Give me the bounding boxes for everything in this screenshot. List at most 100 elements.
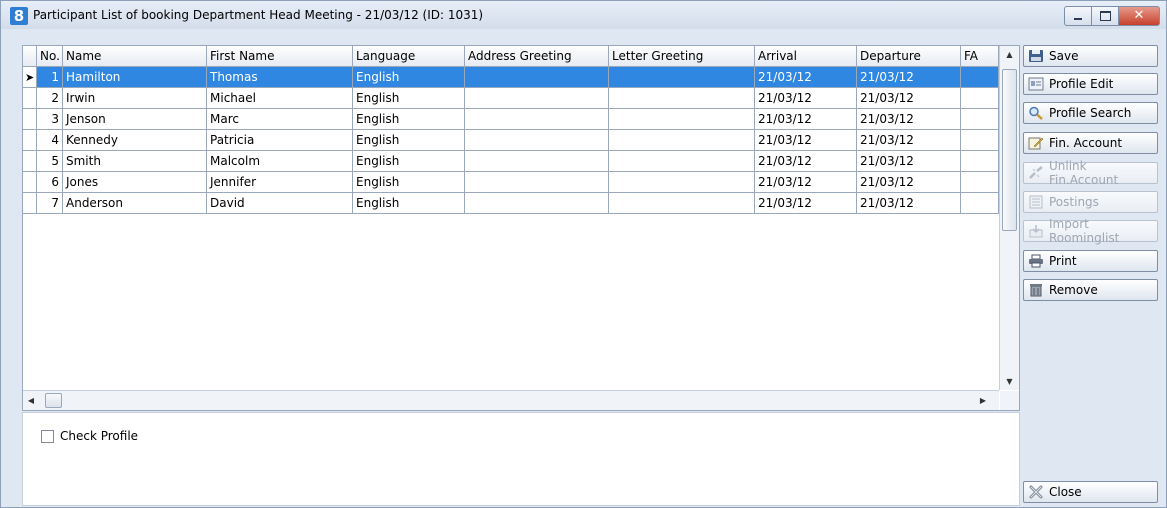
cell-departure[interactable]: 21/03/12: [857, 88, 961, 108]
profile-search-button[interactable]: Profile Search: [1023, 102, 1158, 124]
cell-language[interactable]: English: [353, 109, 465, 129]
row-indicator[interactable]: [23, 130, 37, 150]
header-col-address-greeting[interactable]: Address Greeting: [465, 46, 609, 66]
cell-arrival[interactable]: 21/03/12: [755, 193, 857, 213]
row-indicator[interactable]: [23, 109, 37, 129]
cell-arrival[interactable]: 21/03/12: [755, 109, 857, 129]
table-row[interactable]: 6 Jones Jennifer English 21/03/12 21/03/12: [23, 172, 999, 193]
cell-arrival[interactable]: 21/03/12: [755, 151, 857, 171]
cell-letter-greeting[interactable]: [609, 88, 755, 108]
header-col-fa[interactable]: FA: [961, 46, 999, 66]
check-profile-option[interactable]: Check Profile: [41, 429, 138, 443]
row-indicator[interactable]: [23, 172, 37, 192]
table-row[interactable]: 7 Anderson David English 21/03/12 21/03/12: [23, 193, 999, 214]
cell-fa[interactable]: [961, 130, 999, 150]
cell-arrival[interactable]: 21/03/12: [755, 130, 857, 150]
cell-language[interactable]: English: [353, 193, 465, 213]
cell-no[interactable]: 5: [37, 151, 63, 171]
title-bar[interactable]: 8 Participant List of booking Department…: [1, 1, 1166, 29]
cell-departure[interactable]: 21/03/12: [857, 172, 961, 192]
close-button[interactable]: Close: [1023, 481, 1158, 503]
unlink-fin-account-button[interactable]: Unlink Fin.Account: [1023, 159, 1158, 187]
save-button[interactable]: Save: [1023, 45, 1158, 67]
cell-language[interactable]: English: [353, 88, 465, 108]
cell-language[interactable]: English: [353, 151, 465, 171]
cell-letter-greeting[interactable]: [609, 151, 755, 171]
cell-name[interactable]: Jenson: [63, 109, 207, 129]
maximize-button[interactable]: [1091, 6, 1118, 26]
cell-letter-greeting[interactable]: [609, 193, 755, 213]
row-indicator[interactable]: [23, 151, 37, 171]
minimize-button[interactable]: [1064, 6, 1091, 26]
vertical-scrollbar[interactable]: ▲ ▼: [999, 46, 1019, 390]
cell-language[interactable]: English: [353, 130, 465, 150]
header-col-departure[interactable]: Departure: [857, 46, 961, 66]
vertical-scroll-thumb[interactable]: [1002, 69, 1017, 231]
cell-fa[interactable]: [961, 67, 999, 87]
cell-letter-greeting[interactable]: [609, 172, 755, 192]
cell-letter-greeting[interactable]: [609, 67, 755, 87]
close-window-button[interactable]: ✕: [1118, 6, 1160, 26]
cell-departure[interactable]: 21/03/12: [857, 67, 961, 87]
print-button[interactable]: Print: [1023, 250, 1158, 272]
header-col-no[interactable]: No.: [37, 46, 63, 66]
participant-grid[interactable]: No. Name First Name Language Address Greetin…: [22, 45, 1020, 411]
cell-first-name[interactable]: Thomas: [207, 67, 353, 87]
cell-fa[interactable]: [961, 172, 999, 192]
cell-no[interactable]: 3: [37, 109, 63, 129]
cell-fa[interactable]: [961, 109, 999, 129]
cell-departure[interactable]: 21/03/12: [857, 130, 961, 150]
cell-name[interactable]: Kennedy: [63, 130, 207, 150]
cell-no[interactable]: 2: [37, 88, 63, 108]
header-col-arrival[interactable]: Arrival: [755, 46, 857, 66]
horizontal-scrollbar[interactable]: ◀ ▶: [23, 390, 999, 410]
cell-address-greeting[interactable]: [465, 151, 609, 171]
scroll-right-arrow-icon[interactable]: ▶: [975, 392, 991, 409]
cell-name[interactable]: Irwin: [63, 88, 207, 108]
scroll-down-arrow-icon[interactable]: ▼: [1000, 373, 1019, 390]
cell-first-name[interactable]: David: [207, 193, 353, 213]
table-row[interactable]: 3 Jenson Marc English 21/03/12 21/03/12: [23, 109, 999, 130]
cell-letter-greeting[interactable]: [609, 130, 755, 150]
row-indicator[interactable]: ➤: [23, 67, 37, 87]
cell-departure[interactable]: 21/03/12: [857, 193, 961, 213]
import-roominglist-button[interactable]: Import Roominglist: [1023, 217, 1158, 245]
cell-arrival[interactable]: 21/03/12: [755, 67, 857, 87]
header-col-name[interactable]: Name: [63, 46, 207, 66]
cell-address-greeting[interactable]: [465, 109, 609, 129]
cell-no[interactable]: 1: [37, 67, 63, 87]
cell-first-name[interactable]: Malcolm: [207, 151, 353, 171]
cell-arrival[interactable]: 21/03/12: [755, 172, 857, 192]
header-col-first-name[interactable]: First Name: [207, 46, 353, 66]
row-indicator[interactable]: [23, 193, 37, 213]
cell-fa[interactable]: [961, 151, 999, 171]
cell-no[interactable]: 7: [37, 193, 63, 213]
fin-account-button[interactable]: Fin. Account: [1023, 132, 1158, 154]
cell-first-name[interactable]: Michael: [207, 88, 353, 108]
cell-address-greeting[interactable]: [465, 88, 609, 108]
scroll-up-arrow-icon[interactable]: ▲: [1000, 46, 1019, 63]
postings-button[interactable]: Postings: [1023, 191, 1158, 213]
cell-language[interactable]: English: [353, 172, 465, 192]
cell-address-greeting[interactable]: [465, 172, 609, 192]
cell-fa[interactable]: [961, 193, 999, 213]
cell-departure[interactable]: 21/03/12: [857, 151, 961, 171]
cell-address-greeting[interactable]: [465, 193, 609, 213]
table-row[interactable]: 4 Kennedy Patricia English 21/03/12 21/03/12: [23, 130, 999, 151]
cell-first-name[interactable]: Jennifer: [207, 172, 353, 192]
cell-letter-greeting[interactable]: [609, 109, 755, 129]
horizontal-scroll-thumb[interactable]: [45, 393, 62, 408]
table-row[interactable]: ➤ 1 Hamilton Thomas English 21/03/12 21/03/12: [23, 67, 999, 88]
cell-arrival[interactable]: 21/03/12: [755, 88, 857, 108]
check-profile-checkbox[interactable]: [41, 429, 54, 443]
cell-address-greeting[interactable]: [465, 130, 609, 150]
cell-address-greeting[interactable]: [465, 67, 609, 87]
table-row[interactable]: 5 Smith Malcolm English 21/03/12 21/03/12: [23, 151, 999, 172]
cell-name[interactable]: Hamilton: [63, 67, 207, 87]
cell-name[interactable]: Jones: [63, 172, 207, 192]
cell-language[interactable]: English: [353, 67, 465, 87]
cell-no[interactable]: 4: [37, 130, 63, 150]
cell-first-name[interactable]: Patricia: [207, 130, 353, 150]
table-row[interactable]: 2 Irwin Michael English 21/03/12 21/03/12: [23, 88, 999, 109]
header-col-letter-greeting[interactable]: Letter Greeting: [609, 46, 755, 66]
